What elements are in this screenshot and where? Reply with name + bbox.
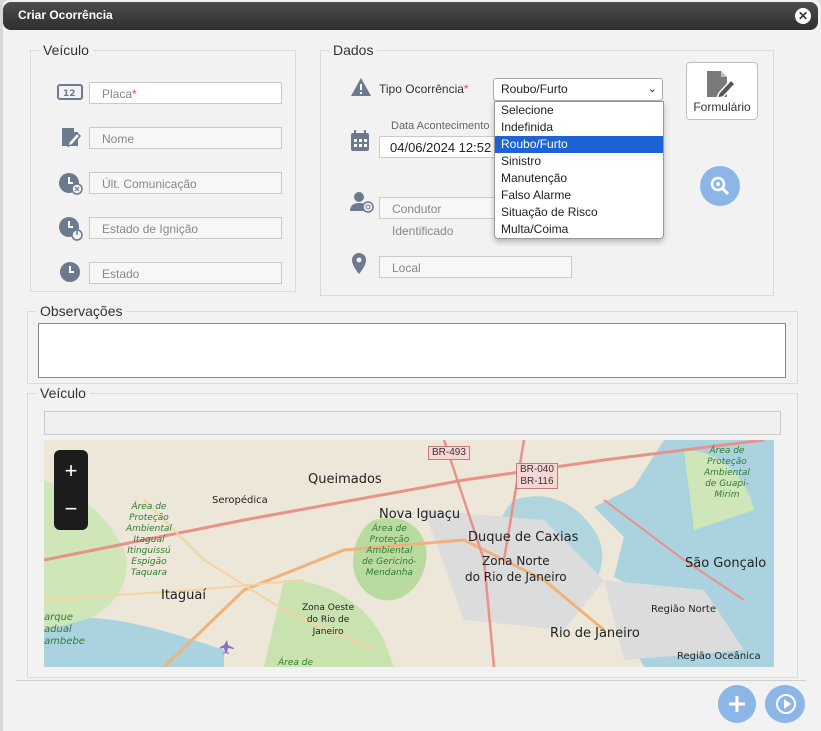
play-icon bbox=[776, 694, 796, 714]
add-button[interactable] bbox=[718, 685, 756, 723]
data-acontecimento-label: Data Acontecimento bbox=[391, 120, 490, 132]
observations-legend: Observações bbox=[36, 303, 127, 319]
placa-required-mark: * bbox=[132, 87, 137, 101]
clock-communication-icon bbox=[59, 173, 83, 195]
dialog-titlebar: Criar Ocorrência ✕ bbox=[3, 2, 818, 30]
map-label-area-de: Área de bbox=[278, 658, 314, 667]
map-label-apa-itaguai: Área de Proteção Ambiental Itaguaí Iting… bbox=[126, 502, 172, 578]
nome-field[interactable]: Nome bbox=[89, 127, 282, 149]
nome-placeholder: Nome bbox=[102, 132, 135, 146]
map-label-apa-guapi: Área de Proteção Ambiental de Guapi- Mir… bbox=[704, 446, 750, 500]
local-placeholder: Local bbox=[392, 261, 421, 275]
map-shield-br040: BR-040 BR-116 bbox=[516, 463, 558, 489]
option-situacao-de-risco[interactable]: Situação de Risco bbox=[495, 204, 663, 221]
calendar-icon bbox=[351, 130, 369, 151]
placa-placeholder: Placa bbox=[102, 87, 133, 101]
option-roubo-furto[interactable]: Roubo/Furto bbox=[495, 136, 663, 153]
tipo-required-mark: * bbox=[463, 82, 469, 96]
map[interactable]: Queimados Seropédica Nova Iguaçu Duque d… bbox=[44, 440, 774, 667]
tipo-ocorrencia-label: Tipo Ocorrência* bbox=[379, 82, 469, 96]
search-location-icon bbox=[710, 176, 730, 196]
map-label-sao-goncalo: São Gonçalo bbox=[685, 556, 767, 571]
map-label-zona-norte-rj: do Rio de Janeiro bbox=[465, 570, 567, 584]
placa-input[interactable]: Placa* bbox=[89, 82, 282, 104]
map-label-rio-de-janeiro: Rio de Janeiro bbox=[550, 626, 640, 641]
driver-icon bbox=[350, 192, 374, 213]
close-button[interactable]: ✕ bbox=[795, 8, 811, 24]
zoom-out-button[interactable]: − bbox=[57, 492, 85, 526]
airport-icon bbox=[220, 640, 234, 654]
map-label-zona-norte: Zona Norte bbox=[482, 554, 550, 568]
zoom-in-icon: + bbox=[64, 458, 78, 483]
zoom-in-button[interactable]: + bbox=[57, 454, 85, 488]
formulario-label: Formulário bbox=[693, 100, 751, 114]
option-indefinida[interactable]: Indefinida bbox=[495, 119, 663, 136]
option-selecione[interactable]: Selecione bbox=[495, 102, 663, 119]
play-button[interactable] bbox=[765, 685, 805, 723]
tipo-selected-value: Roubo/Furto bbox=[501, 82, 568, 96]
add-icon bbox=[729, 696, 745, 712]
svg-text:12: 12 bbox=[63, 89, 76, 99]
zoom-out-icon: − bbox=[64, 496, 78, 521]
ult-comunicacao-field[interactable]: Últ. Comunicação bbox=[89, 172, 282, 194]
warning-icon bbox=[351, 78, 371, 96]
search-location-button[interactable] bbox=[700, 166, 740, 206]
estado-field[interactable]: Estado bbox=[89, 262, 282, 284]
plate-icon: 12 bbox=[57, 84, 83, 100]
estado-ignicao-placeholder: Estado de Ignição bbox=[102, 222, 199, 236]
vehicle-legend: Veículo bbox=[39, 42, 93, 58]
edit-document-icon bbox=[62, 128, 82, 148]
tipo-ocorrencia-select[interactable]: Roubo/Furto ⌄ bbox=[493, 78, 663, 101]
data-acontecimento-input[interactable]: 04/06/2024 12:52 bbox=[379, 136, 499, 158]
chevron-down-icon: ⌄ bbox=[647, 83, 657, 95]
option-sinistro[interactable]: Sinistro bbox=[495, 153, 663, 170]
estado-ignicao-field[interactable]: Estado de Ignição bbox=[89, 217, 282, 239]
footer-divider bbox=[16, 680, 806, 681]
data-legend: Dados bbox=[329, 42, 378, 58]
map-label-seropedica: Seropédica bbox=[212, 495, 268, 506]
map-label-zona-oeste: Zona Oeste do Rio de Janeiro bbox=[302, 603, 355, 637]
dialog-title: Criar Ocorrência bbox=[18, 8, 113, 22]
formulario-button[interactable]: Formulário bbox=[686, 62, 758, 120]
map-label-apa-gericino: Área de Proteção Ambiental de Gericinó- … bbox=[362, 524, 417, 578]
tipo-label-text: Tipo Ocorrência bbox=[379, 82, 464, 96]
map-label-duque-de-caxias: Duque de Caxias bbox=[468, 530, 579, 545]
tipo-ocorrencia-options: Selecione Indefinida Roubo/Furto Sinistr… bbox=[494, 101, 664, 239]
local-field[interactable]: Local bbox=[379, 256, 572, 278]
ult-comunicacao-placeholder: Últ. Comunicação bbox=[102, 177, 197, 191]
map-shield-br493: BR-493 bbox=[428, 446, 470, 460]
vehicle-map-legend: Veículo bbox=[36, 385, 90, 401]
condutor-placeholder: Condutor Identificado bbox=[392, 202, 454, 238]
map-pin-icon bbox=[352, 253, 366, 274]
clock-ignition-icon bbox=[59, 217, 83, 241]
data-value: 04/06/2024 12:52 bbox=[390, 140, 492, 155]
map-label-regiao-norte: Região Norte bbox=[651, 604, 716, 615]
document-edit-icon bbox=[707, 71, 737, 99]
observations-textarea[interactable] bbox=[38, 323, 786, 378]
map-label-parque: arque adual ambebe bbox=[44, 612, 85, 647]
option-manutencao[interactable]: Manutenção bbox=[495, 170, 663, 187]
map-label-nova-iguacu: Nova Iguaçu bbox=[379, 507, 461, 522]
condutor-field[interactable]: Condutor Identificado bbox=[379, 197, 499, 238]
clock-icon bbox=[60, 262, 80, 282]
vehicle-info-bar bbox=[44, 411, 781, 435]
estado-placeholder: Estado bbox=[102, 267, 140, 281]
option-falso-alarme[interactable]: Falso Alarme bbox=[495, 187, 663, 204]
map-label-regiao-oceanica: Região Oceânica bbox=[677, 651, 761, 662]
option-multa-coima[interactable]: Multa/Coima bbox=[495, 221, 663, 238]
map-label-itaguai: Itaguaí bbox=[161, 588, 206, 603]
map-label-queimados: Queimados bbox=[308, 472, 382, 487]
zoom-control: + − bbox=[54, 450, 88, 530]
